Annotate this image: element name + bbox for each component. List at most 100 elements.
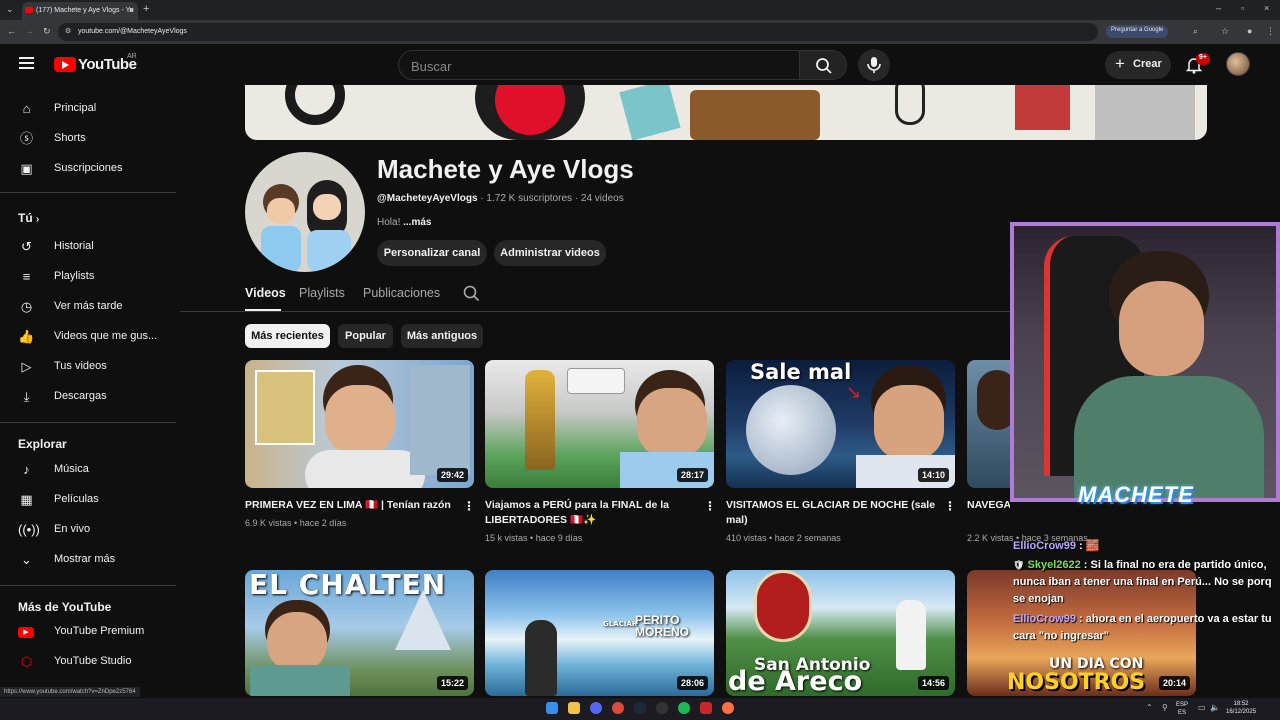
sidebar-item-playlists[interactable]: ≡ Playlists — [0, 262, 176, 292]
chrome-icon[interactable] — [612, 702, 624, 714]
sidebar-item-ver-mas-tarde[interactable]: ◷ Ver más tarde — [0, 292, 176, 322]
more-options-icon[interactable]: ⋮ — [944, 499, 956, 513]
account-avatar[interactable] — [1226, 52, 1250, 76]
more-options-icon[interactable]: ⋮ — [704, 499, 716, 513]
you-section-heading[interactable]: Tú › — [18, 211, 39, 225]
sidebar-item-mostrar-mas[interactable]: ⌄ Mostrar más — [0, 545, 176, 575]
forward-icon[interactable]: → — [25, 26, 34, 36]
video-thumbnail[interactable]: Sale mal ↘ 14:10 — [726, 360, 955, 488]
bookmark-star-icon[interactable]: ☆ — [1221, 26, 1229, 37]
sidebar-item-suscripciones[interactable]: ▣ Suscripciones — [0, 154, 176, 184]
video-thumbnail[interactable]: San Antonio de Areco 14:56 — [726, 570, 955, 696]
channel-banner — [245, 85, 1207, 140]
discord-icon[interactable] — [590, 702, 602, 714]
video-thumbnail[interactable]: GLACIAR PERITO MORENO 28:06 — [485, 570, 714, 696]
search-button[interactable] — [799, 50, 847, 80]
spotify-icon[interactable] — [678, 702, 690, 714]
video-duration: 28:06 — [676, 676, 708, 690]
video-duration: 14:56 — [917, 676, 949, 690]
sidebar-item-principal[interactable]: ⌂ Principal — [0, 94, 176, 124]
chip-mas-recientes[interactable]: Más recientes — [245, 324, 330, 348]
thumb-painting — [255, 370, 315, 445]
more-options-icon[interactable]: ⋮ — [463, 499, 475, 513]
start-icon[interactable] — [546, 702, 558, 714]
tab-videos[interactable]: Videos — [245, 286, 286, 300]
network-icon[interactable]: ▭ — [1198, 703, 1206, 712]
sidebar-item-historial[interactable]: ↺ Historial — [0, 232, 176, 262]
search-icon — [816, 58, 832, 74]
chip-popular[interactable]: Popular — [338, 324, 393, 348]
ask-google-button[interactable]: Preguntar a Google — [1106, 25, 1169, 38]
avatar-figure2-shirt — [307, 230, 351, 272]
url-field[interactable]: ⚙ youtube.com/@MacheteyAyeVlogs — [58, 23, 1098, 41]
channel-description[interactable]: Hola! ...más — [377, 217, 431, 228]
voice-search-button[interactable] — [858, 49, 890, 81]
video-thumbnail[interactable] — [967, 360, 1010, 488]
video-thumbnail[interactable]: 29:42 — [245, 360, 474, 488]
video-title[interactable]: Viajamos a PERÚ para la FINAL de la LIBE… — [485, 498, 700, 528]
browser-menu-icon[interactable]: ⋮ — [1266, 26, 1275, 37]
shorts-icon: ⓢ — [19, 131, 33, 146]
video-duration: 14:10 — [917, 468, 949, 482]
sidebar-divider — [0, 585, 176, 586]
profile-icon[interactable]: ● — [1247, 26, 1252, 36]
video-thumbnail[interactable]: 28:17 — [485, 360, 714, 488]
input-language[interactable]: ESP ES — [1176, 701, 1188, 717]
webcam-overlay — [1010, 222, 1280, 502]
minimize-icon[interactable]: – — [1216, 3, 1221, 13]
tab-search-icon[interactable]: ⌄ — [6, 4, 14, 15]
app-icon[interactable] — [700, 702, 712, 714]
sidebar-item-youtube-premium[interactable]: ▶ YouTube Premium — [0, 617, 176, 647]
thumb-person-shirt — [305, 450, 425, 488]
sidebar-item-peliculas[interactable]: ▦ Películas — [0, 485, 176, 515]
thumb-arrow-icon: ↘ — [846, 382, 862, 402]
system-clock[interactable]: 18:52 16/12/2025 — [1226, 700, 1256, 716]
sidebar-item-descargas[interactable]: ⤓ Descargas — [0, 382, 176, 412]
video-thumbnail[interactable]: EL CHALTEN 15:22 — [245, 570, 474, 696]
close-window-icon[interactable]: × — [1264, 3, 1269, 13]
browser-tab[interactable]: (177) Machete y Aye Vlogs - Yo × — [22, 2, 138, 20]
downloads-icon: ⤓ — [23, 389, 30, 404]
chip-mas-antiguos[interactable]: Más antiguos — [401, 324, 483, 348]
sidebar-item-shorts[interactable]: ⓢ Shorts — [0, 124, 176, 154]
channel-avatar[interactable] — [245, 152, 365, 272]
sidebar-item-label: Suscripciones — [54, 162, 123, 174]
home-icon: ⌂ — [22, 101, 31, 116]
new-tab-icon[interactable]: + — [143, 3, 149, 15]
close-tab-icon[interactable]: × — [129, 5, 134, 15]
thumb-mountain — [395, 590, 451, 650]
sidebar-item-liked-videos[interactable]: 👍 Videos que me gus... — [0, 322, 176, 352]
file-explorer-icon[interactable] — [568, 702, 580, 714]
search-input[interactable]: Buscar — [398, 50, 800, 80]
site-info-icon[interactable]: ⚙ — [65, 27, 71, 35]
tray-chevron-icon[interactable]: ⌃ — [1146, 703, 1153, 712]
manage-videos-button[interactable]: Administrar videos — [494, 240, 606, 266]
zoom-icon[interactable]: ⌕ — [1193, 26, 1198, 37]
create-button[interactable]: + Crear — [1105, 51, 1171, 79]
customize-channel-button[interactable]: Personalizar canal — [377, 240, 487, 266]
steam-icon[interactable] — [634, 702, 646, 714]
thumb-decoration — [754, 570, 812, 642]
video-title[interactable]: VISITAMOS EL GLACIAR DE NOCHE (sale mal) — [726, 498, 941, 528]
tab-publicaciones[interactable]: Publicaciones — [363, 286, 440, 300]
video-title[interactable]: NAVEGA... GRANDES... — [967, 498, 1010, 513]
reload-icon[interactable]: ↻ — [43, 26, 51, 37]
sidebar-item-en-vivo[interactable]: ((•)) En vivo — [0, 515, 176, 545]
sidebar-item-musica[interactable]: ♪ Música — [0, 455, 176, 485]
browser-icon[interactable] — [722, 702, 734, 714]
explore-section-heading: Explorar — [18, 437, 67, 451]
channel-search-icon[interactable] — [463, 285, 480, 302]
back-icon[interactable]: ← — [7, 26, 16, 36]
channel-description-more[interactable]: ...más — [403, 217, 431, 228]
hamburger-menu-icon[interactable] — [19, 57, 34, 70]
volume-icon[interactable]: 🔈 — [1210, 703, 1220, 712]
sidebar-item-tus-videos[interactable]: ▷ Tus videos — [0, 352, 176, 382]
sidebar-item-youtube-studio[interactable]: ⬡ YouTube Studio — [0, 647, 176, 677]
video-title[interactable]: PRIMERA VEZ EN LIMA 🇵🇪 | Tenían razón — [245, 498, 460, 513]
sidebar-item-label: Tus videos — [54, 360, 107, 372]
banner-buildings — [1095, 85, 1195, 140]
tab-playlists[interactable]: Playlists — [299, 286, 345, 300]
region-code: AR — [127, 53, 137, 60]
obs-icon[interactable] — [656, 702, 668, 714]
maximize-icon[interactable]: ▫ — [1241, 3, 1244, 13]
